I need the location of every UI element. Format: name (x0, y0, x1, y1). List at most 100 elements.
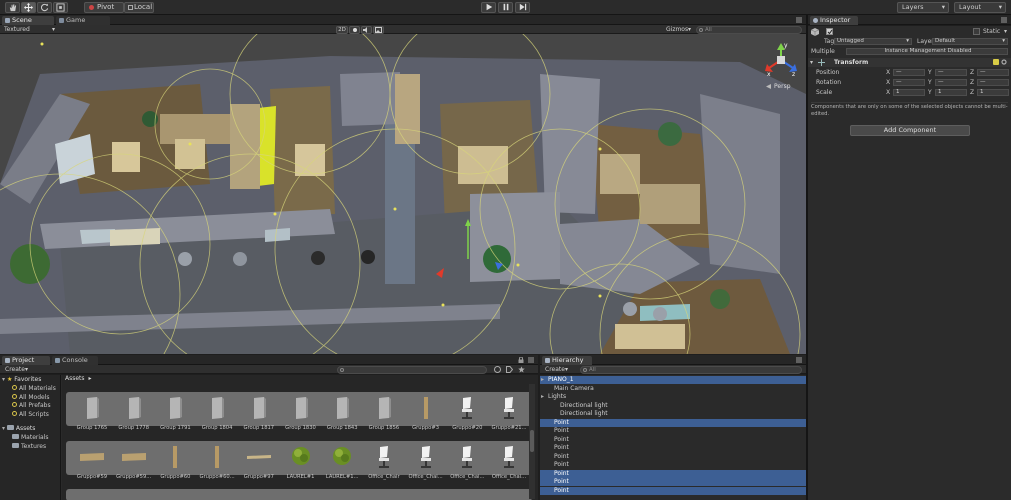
move-tool-button[interactable] (21, 2, 36, 13)
asset-item[interactable]: Group 1804 (197, 394, 237, 436)
hierarchy-item[interactable]: ▸ PIANO_1 (540, 376, 806, 385)
asset-item[interactable]: Gruppo#20 (447, 394, 487, 436)
project-search-input[interactable] (337, 365, 487, 374)
asset-scrollbar-thumb[interactable] (530, 430, 534, 452)
position-x-field[interactable]: — (893, 69, 925, 76)
tab-hierarchy[interactable]: Hierarchy (542, 356, 592, 365)
layout-dropdown[interactable]: Layout ▾ (954, 2, 1006, 13)
hierarchy-item[interactable]: Point (540, 444, 806, 452)
hierarchy-item[interactable]: Point (540, 461, 806, 469)
tab-scene[interactable]: Scene (2, 16, 54, 25)
rotate-tool-button[interactable] (37, 2, 52, 13)
asset-item[interactable]: Office_Chai... (489, 443, 529, 485)
chevron-down-icon[interactable]: ▾ (1004, 27, 1007, 36)
asset-item[interactable]: LAUREL#1... (322, 443, 362, 485)
add-component-button[interactable]: Add Component (850, 125, 970, 136)
hierarchy-item[interactable]: Point (540, 486, 806, 495)
rotation-y-field[interactable]: — (935, 79, 967, 86)
hierarchy-item[interactable]: Main Camera (540, 385, 806, 393)
asset-folder-item[interactable]: Materials (12, 434, 49, 441)
menu-icon[interactable] (796, 357, 802, 363)
hierarchy-item[interactable]: Point (540, 453, 806, 461)
asset-item[interactable]: Gruppo#60 (155, 443, 195, 485)
transform-header[interactable]: ▾ Transform (808, 58, 1011, 67)
rotation-z-field[interactable]: — (977, 79, 1009, 86)
gizmos-dropdown[interactable]: Gizmos ▾ (666, 26, 696, 33)
layer-dropdown[interactable]: Default ▾ (932, 38, 1008, 45)
tab-game[interactable]: Game (56, 16, 110, 25)
favorite-item[interactable]: All Scripts (12, 410, 49, 418)
hierarchy-item[interactable]: Point (540, 436, 806, 444)
hierarchy-search-input[interactable]: All (580, 365, 802, 374)
project-create-dropdown[interactable]: Create ▾ (5, 366, 35, 373)
effects-toggle[interactable] (373, 26, 384, 34)
tab-console[interactable]: Console (52, 356, 98, 365)
scale-z-field[interactable]: 1 (977, 89, 1009, 96)
breadcrumb[interactable]: Assets ▸ (65, 375, 91, 383)
lock-icon[interactable] (518, 356, 524, 363)
filter-label-icon[interactable] (506, 366, 514, 373)
local-toggle[interactable]: Local (124, 2, 154, 13)
menu-icon[interactable] (796, 17, 802, 23)
asset-item[interactable]: Gruppo#21... (489, 394, 529, 436)
hierarchy-item[interactable]: Point (540, 469, 806, 478)
hierarchy-item[interactable]: Point (540, 418, 806, 427)
asset-item[interactable]: LAUREL#1 (281, 443, 321, 485)
asset-scrollbar[interactable] (529, 384, 535, 499)
asset-item[interactable]: Group 1778 (114, 394, 154, 436)
help-icon[interactable] (993, 59, 999, 65)
foldout-arrow-icon[interactable]: ▸ (541, 376, 544, 384)
scale-y-field[interactable]: 1 (935, 89, 967, 96)
asset-item[interactable]: Group 1856 (364, 394, 404, 436)
star-icon[interactable] (518, 366, 525, 373)
asset-folder-item[interactable]: Textures (12, 442, 46, 450)
hand-tool-button[interactable] (5, 2, 20, 13)
asset-item[interactable]: Gruppo#59... (114, 443, 154, 485)
rotation-x-field[interactable]: — (893, 79, 925, 86)
favorite-item[interactable]: All Materials (12, 385, 56, 392)
asset-item[interactable]: Gruppo#60... (197, 443, 237, 485)
tab-inspector[interactable]: Inspector (810, 16, 858, 25)
assets-node[interactable]: ▾ Assets (2, 425, 35, 432)
asset-item[interactable]: Office_Chai... (406, 443, 446, 485)
position-z-field[interactable]: — (977, 69, 1009, 76)
hierarchy-item[interactable]: Directional light (540, 402, 806, 410)
favorite-item[interactable]: All Models (12, 393, 50, 401)
asset-item[interactable]: Group 1791 (155, 394, 195, 436)
asset-item[interactable]: Office_Chai... (447, 443, 487, 485)
menu-icon[interactable] (1001, 17, 1007, 23)
pivot-toggle[interactable]: Pivot (84, 2, 124, 13)
asset-item[interactable]: Office_Chair (364, 443, 404, 485)
scale-tool-button[interactable] (53, 2, 68, 13)
asset-item[interactable]: Group 1830 (281, 394, 321, 436)
favorites-node[interactable]: ▾ ★ Favorites (2, 376, 41, 383)
lighting-toggle[interactable] (349, 26, 360, 34)
tag-dropdown[interactable]: Untagged ▾ (834, 38, 912, 45)
hierarchy-create-dropdown[interactable]: Create ▾ (545, 366, 575, 373)
audio-toggle[interactable] (361, 26, 372, 34)
filter-type-icon[interactable] (494, 366, 501, 373)
asset-item[interactable]: Group 1765 (72, 394, 112, 436)
asset-item[interactable]: Gruppo#97 (239, 443, 279, 485)
render-mode-dropdown[interactable]: Textured ▾ (4, 26, 64, 33)
scene-search-input[interactable]: All (696, 25, 802, 34)
menu-icon[interactable] (528, 357, 534, 363)
scale-x-field[interactable]: 1 (893, 89, 925, 96)
orientation-gizmo[interactable]: y x z (763, 42, 799, 78)
instance-management-field[interactable]: Instance Management Disabled (846, 48, 1008, 55)
asset-item[interactable]: Gruppo#59 (72, 443, 112, 485)
asset-item[interactable]: Group 1843 (322, 394, 362, 436)
hierarchy-item[interactable]: ▸ Lights (540, 393, 806, 401)
layers-dropdown[interactable]: Layers ▾ (897, 2, 949, 13)
scene-viewport[interactable]: y x z Persp (0, 34, 806, 354)
step-button[interactable] (515, 2, 530, 13)
pause-button[interactable] (498, 2, 513, 13)
hierarchy-item[interactable]: Point (540, 478, 806, 487)
static-checkbox[interactable] (973, 28, 980, 35)
gear-icon[interactable] (1001, 59, 1007, 65)
position-y-field[interactable]: — (935, 69, 967, 76)
hierarchy-item[interactable]: Directional light (540, 410, 806, 418)
active-checkbox[interactable] (826, 28, 833, 35)
asset-item[interactable]: Group 1817 (239, 394, 279, 436)
hierarchy-item[interactable]: Point (540, 427, 806, 435)
